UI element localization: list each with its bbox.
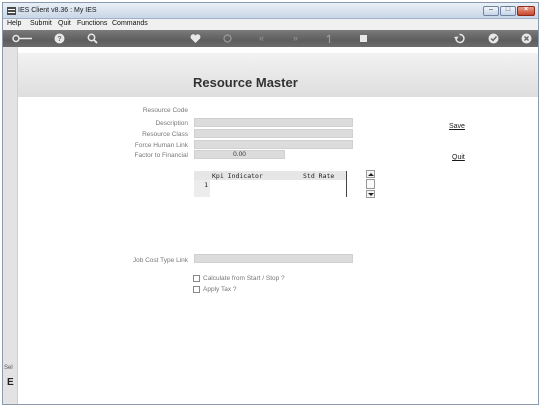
title-bar: IES Client v8.36 : My IES – □ × <box>3 3 538 19</box>
close-icon[interactable] <box>520 32 533 45</box>
description-label: Description <box>155 120 188 127</box>
arrow-up-icon <box>368 173 374 176</box>
grid-col-std-rate: Std Rate <box>303 172 335 180</box>
svg-text:?: ? <box>57 36 61 43</box>
minimize-icon: – <box>489 6 493 13</box>
save-link[interactable]: Save <box>449 123 465 130</box>
sidebar-letter: E <box>7 377 14 388</box>
arrow-down-icon <box>368 193 374 196</box>
calculate-checkbox-label: Calculate from Start / Stop ? <box>203 275 285 282</box>
description-field[interactable] <box>194 118 353 127</box>
stop-icon[interactable] <box>357 32 370 45</box>
maximize-button[interactable]: □ <box>500 6 516 16</box>
confirm-icon[interactable] <box>487 32 500 45</box>
kpi-grid[interactable]: Kpi Indicator Std Rate 1 <box>194 171 348 197</box>
help-icon[interactable]: ? <box>53 32 66 45</box>
menu-quit[interactable]: Quit <box>58 20 71 27</box>
sidebar-sel-label: Sel <box>4 365 13 371</box>
heart-icon[interactable] <box>189 32 202 45</box>
first-icon[interactable]: « <box>255 32 268 45</box>
minimize-button[interactable]: – <box>483 6 499 16</box>
resource-code-label: Resource Code <box>142 107 188 114</box>
calculate-checkbox[interactable] <box>193 275 200 282</box>
job-cost-type-link-label: Job Cost Type Link <box>132 257 188 264</box>
scroll-up-button[interactable] <box>366 170 375 178</box>
key-icon[interactable] <box>11 32 33 45</box>
quit-link[interactable]: Quit <box>452 154 465 161</box>
close-window-button[interactable]: × <box>517 6 535 16</box>
grid-row-number: 1 <box>194 180 210 197</box>
left-sidebar: Sel E <box>3 47 18 404</box>
toolbar: ? « » <box>3 30 538 47</box>
scroll-track[interactable] <box>366 179 375 189</box>
menu-submit[interactable]: Submit <box>30 20 52 27</box>
force-human-link-label: Force Human Link <box>134 142 188 149</box>
apply-tax-checkbox-label: Apply Tax ? <box>203 286 237 293</box>
grid-header: Kpi Indicator Std Rate <box>194 171 346 180</box>
scroll-down-button[interactable] <box>366 190 375 198</box>
job-cost-type-link-field[interactable] <box>194 254 353 263</box>
window-title: IES Client v8.36 : My IES <box>18 7 97 14</box>
grid-col-kpi-indicator: Kpi Indicator <box>212 172 263 180</box>
search-icon[interactable] <box>86 32 99 45</box>
menu-help[interactable]: Help <box>7 20 21 27</box>
refresh-icon[interactable] <box>221 32 234 45</box>
force-human-link-field[interactable] <box>194 140 353 149</box>
factor-to-financial-field[interactable]: 0.00 <box>194 150 285 159</box>
last-icon[interactable]: » <box>289 32 302 45</box>
menu-bar: Help Submit Quit Functions Commands <box>3 19 538 30</box>
form-area: Sel E Resource Master Resource Code Desc… <box>3 47 538 404</box>
page-title: Resource Master <box>193 75 298 90</box>
resource-class-label: Resource Class <box>142 131 188 138</box>
grid-divider <box>346 171 347 197</box>
back-icon[interactable] <box>453 32 466 45</box>
close-icon: × <box>523 6 529 13</box>
grid-scroller[interactable] <box>366 170 375 198</box>
factor-to-financial-label: Factor to Financial <box>134 152 188 159</box>
apply-tax-checkbox[interactable] <box>193 286 200 293</box>
menu-commands[interactable]: Commands <box>112 20 148 27</box>
up-icon[interactable] <box>323 32 336 45</box>
app-window: IES Client v8.36 : My IES – □ × Help Sub… <box>2 2 539 405</box>
menu-functions[interactable]: Functions <box>77 20 107 27</box>
maximize-icon: □ <box>505 6 511 13</box>
app-menu-icon[interactable] <box>7 7 16 15</box>
resource-class-field[interactable] <box>194 129 353 138</box>
